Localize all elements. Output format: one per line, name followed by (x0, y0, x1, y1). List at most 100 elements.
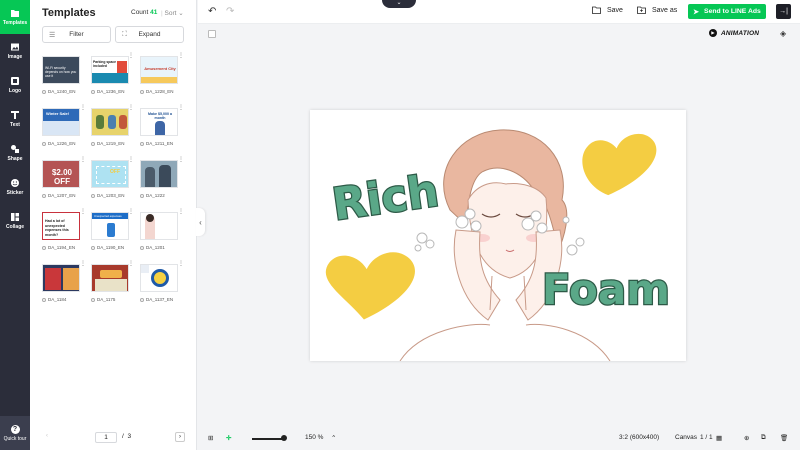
send-to-line-ads-button[interactable]: ➤ Send to LINE Ads (688, 4, 766, 19)
rail-item-label: Image (7, 54, 23, 60)
more-icon[interactable]: ⋮ (178, 208, 184, 215)
template-label: DA_1201 (140, 245, 165, 250)
bottom-toolbar: ⊞ ✛ 150 % ⌃ 3:2 (600x400) Canvas 1 / 1 ▦… (198, 428, 800, 450)
template-thumb-da-1219[interactable] (91, 108, 129, 136)
folder-icon (592, 6, 601, 14)
panel-title: Templates (42, 7, 96, 19)
collapse-panel-button[interactable]: ‹ (196, 208, 205, 236)
more-icon[interactable]: ⋮ (80, 104, 86, 111)
template-thumb-da-1211[interactable]: Make $5,000 a month (140, 108, 178, 136)
more-icon[interactable]: ⋮ (80, 208, 86, 215)
sort-dropdown[interactable]: | Sort ⌄ (161, 9, 184, 17)
layers-icon[interactable]: ◈ (780, 29, 786, 38)
grid-view-icon[interactable]: ▦ (716, 434, 722, 442)
canvas-size-label: 3:2 (600x400) (619, 434, 660, 441)
prev-page-button[interactable]: ‹ (42, 432, 52, 442)
template-thumb-da-1203[interactable]: OFF (91, 160, 129, 188)
animation-toggle[interactable]: ▶ ANIMATION (709, 29, 759, 37)
page-separator: / 3 (122, 433, 132, 440)
template-thumb-da-1201[interactable] (140, 212, 178, 240)
more-icon[interactable]: ⋮ (178, 52, 184, 59)
save-as-button[interactable]: Save as (637, 6, 677, 14)
zoom-slider-handle[interactable] (281, 435, 287, 441)
template-label: DA_1240_EN (42, 89, 76, 94)
left-rail: Templates Image Logo Text Shape Sticker … (0, 0, 30, 450)
rail-item-label: Shape (7, 156, 23, 162)
zoom-level[interactable]: 150 % (305, 434, 323, 441)
rail-item-label: Templates (2, 20, 28, 26)
template-thumb-da-1190[interactable]: Unexpected expenses (91, 212, 129, 240)
template-thumb-da-1226[interactable]: Winter Sale! (42, 108, 80, 136)
canvas-page-label: 1 / 1 (700, 434, 713, 441)
canvas-text-rich: Rich (329, 165, 441, 230)
more-icon[interactable]: ⋮ (80, 260, 86, 267)
filter-icon: ☰ (49, 32, 56, 39)
template-label: DA_1175 (91, 297, 115, 302)
template-thumb-da-1240[interactable]: Wi-Fi security depends on how you use it (42, 56, 80, 84)
save-as-label: Save as (652, 6, 678, 14)
circle-icon (42, 89, 46, 94)
page-input[interactable]: 1 (95, 432, 117, 443)
thumb-text: OFF (110, 169, 120, 175)
filter-button[interactable]: ☰ Filter (42, 26, 111, 43)
undo-icon[interactable]: ↶ (208, 6, 216, 17)
duplicate-page-icon[interactable]: ⧉ (761, 434, 766, 442)
save-button[interactable]: Save (592, 6, 623, 14)
rail-item-shape[interactable]: Shape (0, 136, 30, 170)
thumb-text: $2.00 OFF (51, 168, 73, 186)
exit-icon: →| (779, 8, 788, 15)
rail-item-logo[interactable]: Logo (0, 68, 30, 102)
crop-icon[interactable]: ⊞ (208, 434, 213, 442)
templates-panel: Templates Count 41 | Sort ⌄ ☰ Filter ⛶ E… (30, 0, 197, 450)
more-icon[interactable]: ⋮ (128, 52, 134, 59)
select-all-checkbox[interactable] (208, 30, 216, 38)
more-icon[interactable]: ⋮ (178, 260, 184, 267)
template-thumb-da-1184[interactable] (42, 264, 80, 292)
more-icon[interactable]: ⋮ (128, 260, 134, 267)
rail-item-templates[interactable]: Templates (0, 0, 30, 34)
more-icon[interactable]: ⋮ (178, 156, 184, 163)
more-icon[interactable]: ⋮ (80, 156, 86, 163)
template-label: DA_1137_EN (140, 297, 173, 302)
rail-item-label: Logo (8, 88, 22, 94)
page-total: 3 (127, 433, 132, 440)
grid-plus-icon[interactable]: ✛ (226, 434, 231, 442)
more-icon[interactable]: ⋮ (128, 208, 134, 215)
rail-item-collage[interactable]: Collage (0, 204, 30, 238)
chevron-up-icon[interactable]: ⌃ (331, 434, 336, 442)
collapse-toolbar-button[interactable]: ⌄ (382, 0, 416, 8)
image-icon (11, 43, 19, 51)
rail-item-text[interactable]: Text (0, 102, 30, 136)
redo-icon[interactable]: ↷ (226, 6, 234, 17)
template-thumb-da-1207[interactable]: $2.00 OFF (42, 160, 80, 188)
quick-tour-button[interactable]: ? Quick tour (0, 416, 30, 450)
more-icon[interactable]: ⋮ (128, 156, 134, 163)
folder-plus-icon (637, 6, 646, 14)
template-label: DA_1236_EN (91, 89, 125, 94)
template-thumb-da-1236[interactable]: Parking space included (91, 56, 129, 84)
template-thumb-da-1175[interactable] (91, 264, 129, 292)
trash-icon[interactable]: 🗑 (780, 434, 788, 442)
add-page-icon[interactable]: ⊕ (744, 434, 749, 442)
thumb-text: Wi-Fi security depends on how you use it (45, 66, 77, 78)
thumb-text: Unexpected expenses (94, 214, 122, 218)
template-thumb-da-1228[interactable]: Amusement City (140, 56, 178, 84)
template-thumb-da-1222[interactable] (140, 160, 178, 188)
thumb-text: Had a lot of unexpected expenses this mo… (45, 219, 69, 237)
expand-button[interactable]: ⛶ Expand (115, 26, 184, 43)
design-canvas[interactable]: Rich Foam (310, 110, 686, 361)
more-icon[interactable]: ⋮ (128, 104, 134, 111)
template-thumb-da-1137[interactable] (140, 264, 178, 292)
quick-tour-label: Quick tour (3, 435, 27, 442)
zoom-slider[interactable] (252, 438, 284, 440)
rail-item-image[interactable]: Image (0, 34, 30, 68)
thumb-text: Parking space included (93, 60, 116, 68)
rail-item-sticker[interactable]: Sticker (0, 170, 30, 204)
chevron-down-icon: ⌄ (396, 0, 402, 6)
template-thumb-da-1194[interactable]: Had a lot of unexpected expenses this mo… (42, 212, 80, 240)
exit-button[interactable]: →| (776, 4, 791, 19)
more-icon[interactable]: ⋮ (178, 104, 184, 111)
next-page-button[interactable]: › (175, 432, 185, 442)
thumb-text: Winter Sale! (46, 111, 70, 116)
count-label: Count (131, 9, 149, 16)
